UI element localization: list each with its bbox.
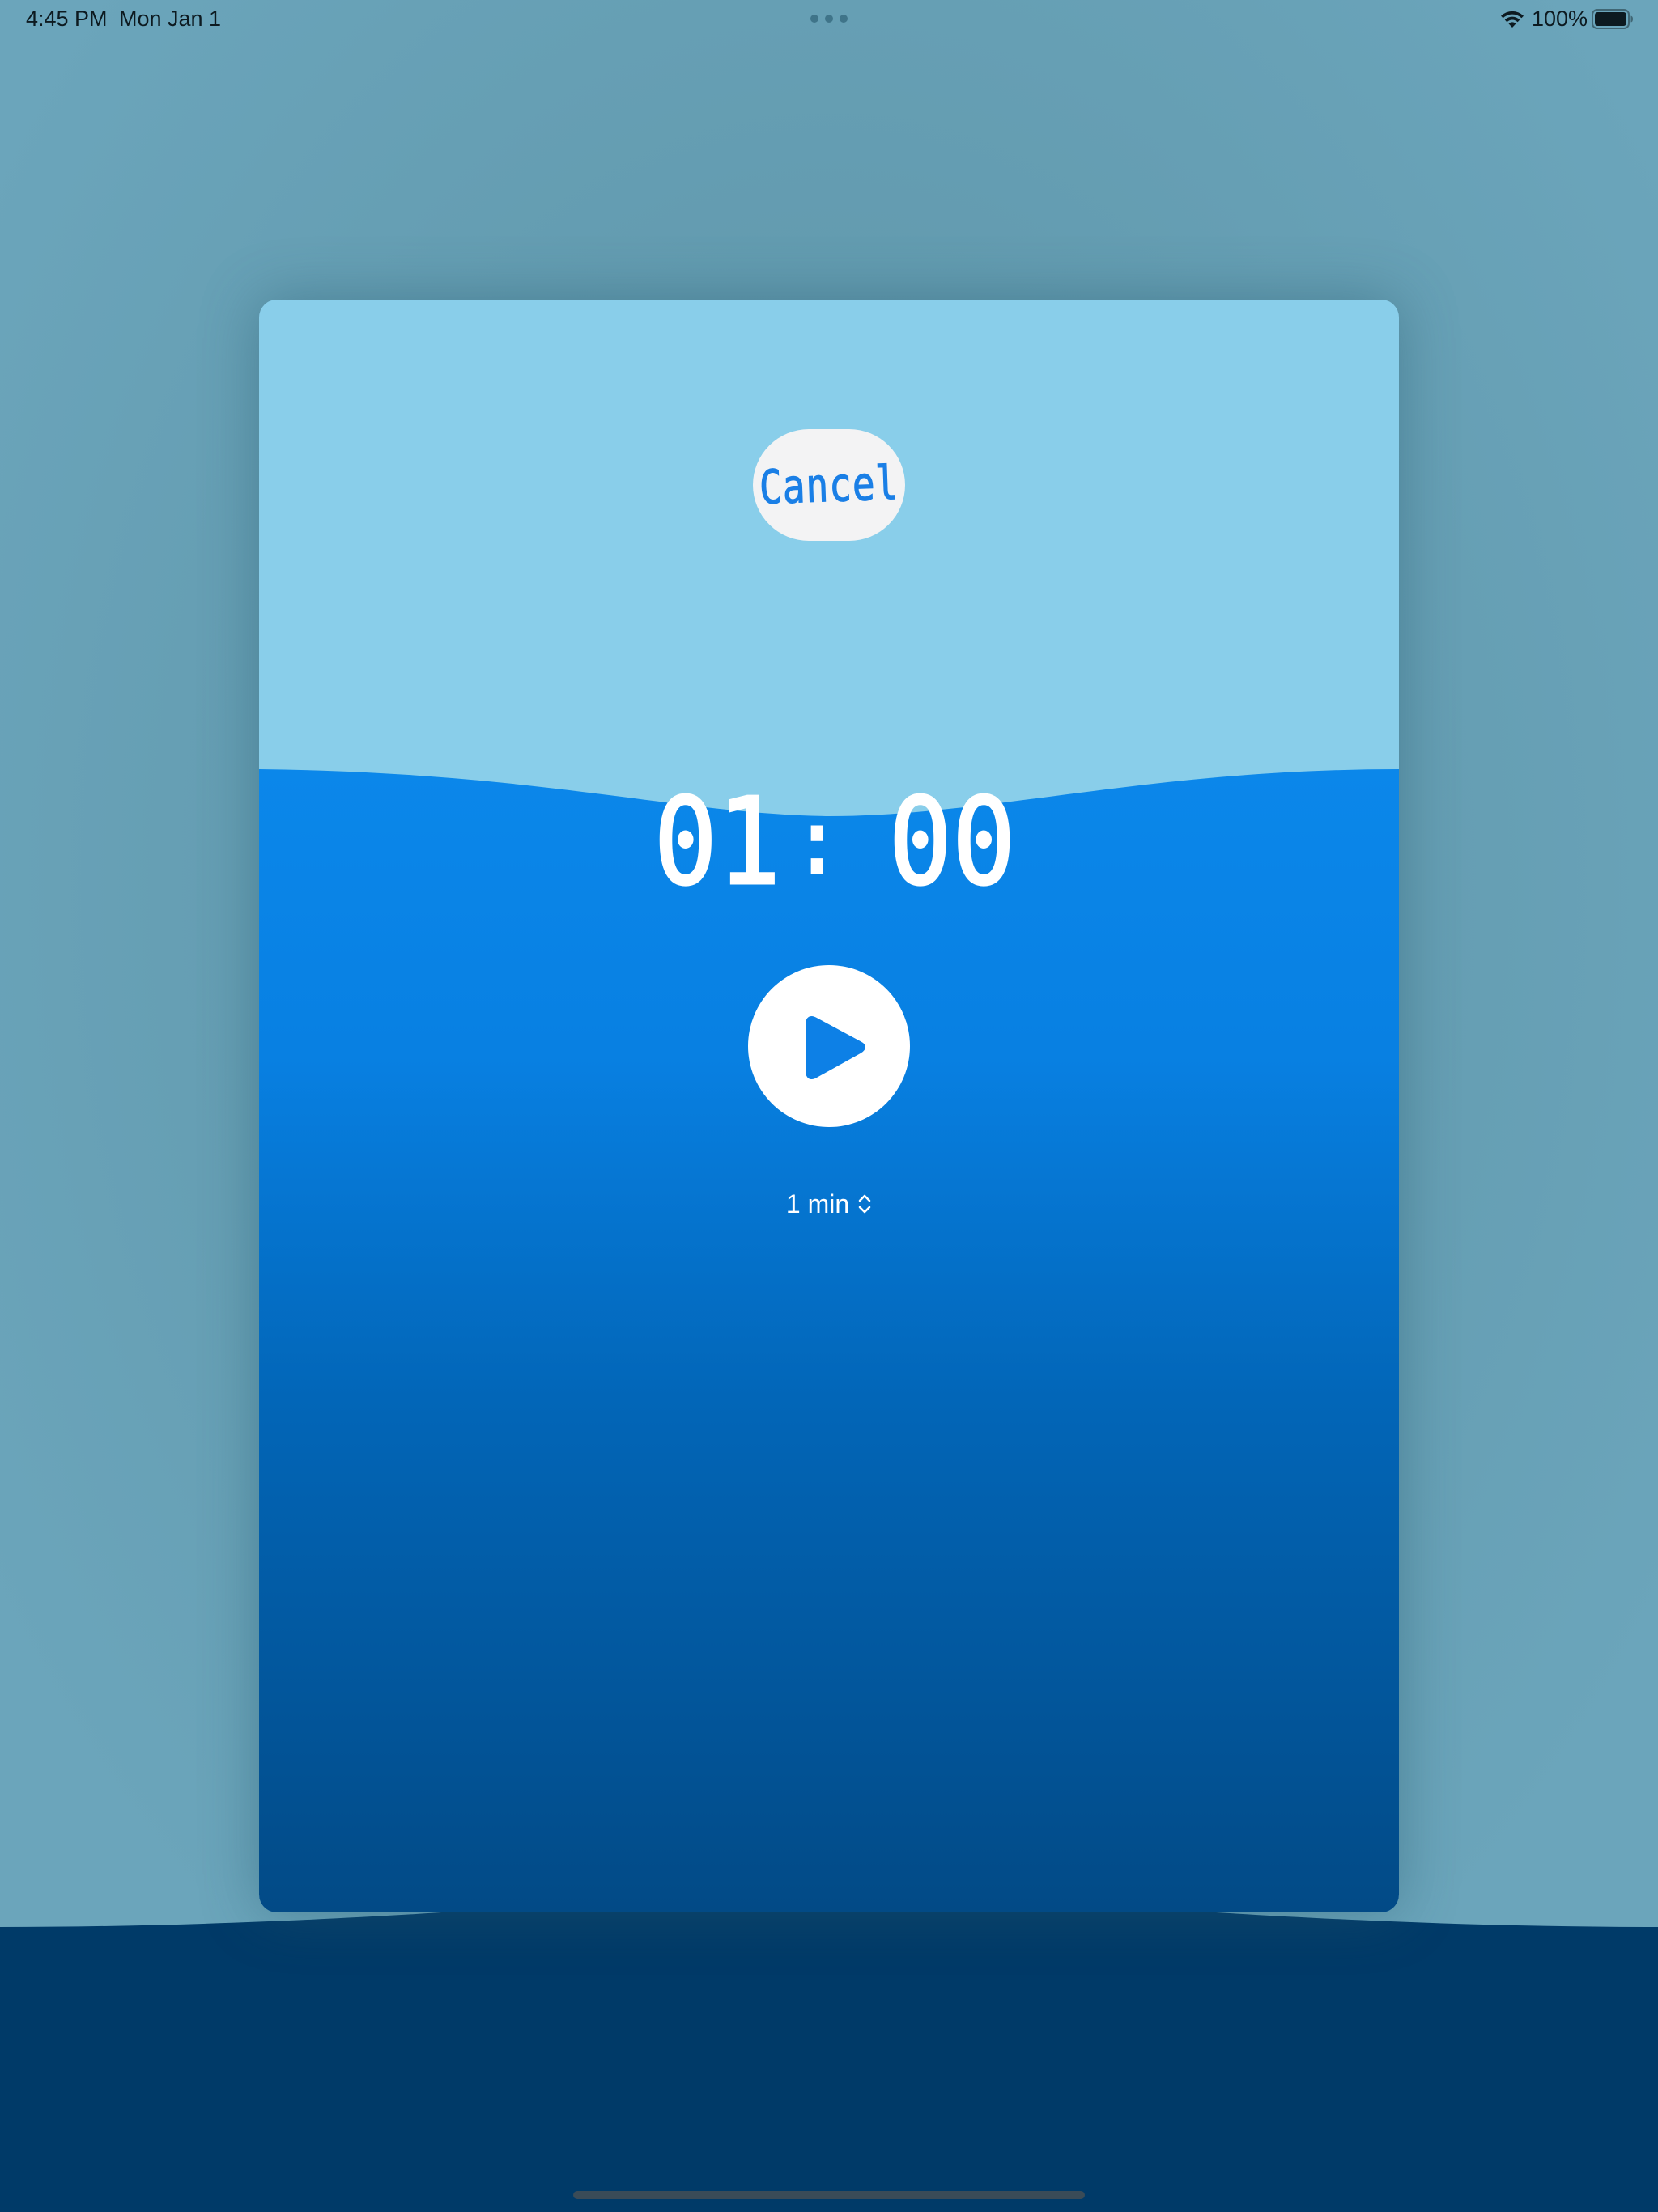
duration-label: 1 min bbox=[785, 1189, 850, 1219]
status-bar: 4:45 PM Mon Jan 1 100% bbox=[0, 0, 1658, 39]
battery-percentage: 100% bbox=[1532, 6, 1588, 31]
status-time: 4:45 PM bbox=[26, 6, 108, 31]
timer-display: 01 : 00 bbox=[259, 772, 1399, 912]
timer-minutes: 01 bbox=[653, 772, 781, 912]
cancel-button[interactable]: Cancel bbox=[753, 429, 905, 541]
status-date: Mon Jan 1 bbox=[119, 6, 222, 31]
timer-separator: : bbox=[793, 789, 842, 895]
duration-picker[interactable]: 1 min bbox=[745, 1184, 913, 1224]
multitask-dots-icon[interactable] bbox=[810, 15, 848, 23]
play-icon bbox=[806, 1016, 865, 1079]
wifi-icon bbox=[1501, 11, 1524, 28]
play-button[interactable] bbox=[748, 965, 910, 1127]
battery-icon bbox=[1592, 9, 1633, 29]
home-indicator[interactable] bbox=[573, 2191, 1085, 2199]
cancel-button-label: Cancel bbox=[758, 455, 900, 516]
chevron-updown-icon bbox=[858, 1194, 871, 1214]
timer-modal: Cancel 01 : 00 1 min bbox=[259, 300, 1399, 1912]
timer-seconds: 00 bbox=[887, 772, 1016, 912]
